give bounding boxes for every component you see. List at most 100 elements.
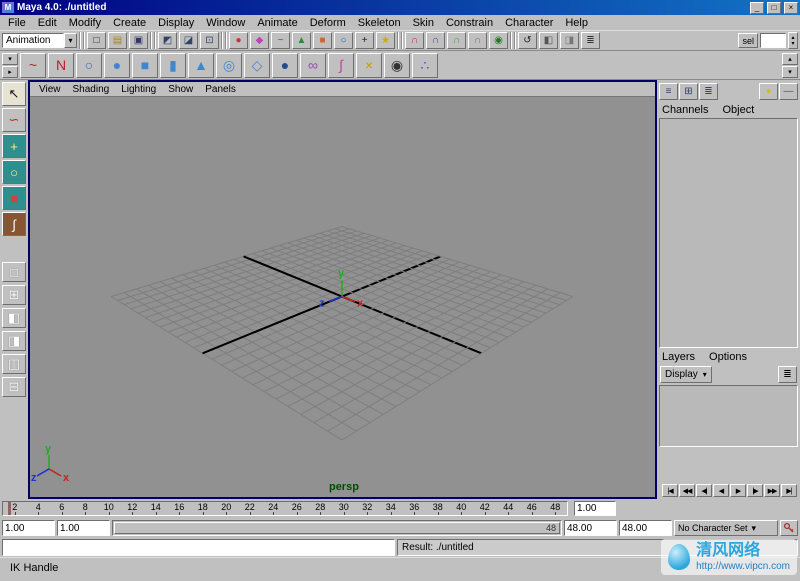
shelf-item-menu-icon[interactable]: ▸ <box>2 65 18 78</box>
shelf-scroll-down-icon[interactable]: ▾ <box>782 65 798 78</box>
quick-select-button[interactable]: sel <box>738 33 758 48</box>
go-to-end-button[interactable]: ▶| <box>781 484 797 497</box>
auto-keyframe-button[interactable] <box>780 520 798 536</box>
range-slider-track[interactable]: 48 <box>112 520 562 536</box>
animation-start-field[interactable] <box>2 520 55 536</box>
nurbs-plane-icon[interactable]: ◇ <box>244 52 270 78</box>
menu-item[interactable]: Create <box>107 17 152 29</box>
layer-display-dropdown[interactable]: Display ▾ <box>660 365 712 383</box>
step-forward-key-button[interactable]: ▶▶ <box>764 484 780 497</box>
ik-handle-tool-icon[interactable]: ∫ <box>328 52 354 78</box>
render-frame-icon[interactable]: ◧ <box>539 32 558 49</box>
section-divider[interactable] <box>79 32 85 49</box>
render-globals-icon[interactable]: ≣ <box>581 32 600 49</box>
snap-to-plane-icon[interactable]: ∩ <box>468 32 487 49</box>
nurbs-cylinder-icon[interactable]: ▮ <box>160 52 186 78</box>
lattice-tool-icon[interactable]: × <box>356 52 382 78</box>
layout-two-pane-left-button[interactable]: ◧ <box>2 308 26 328</box>
channel-box-menu-item[interactable]: Object <box>722 104 754 116</box>
mask-joints-icon[interactable]: ○ <box>334 32 353 49</box>
layout-single-pane-button[interactable]: □ <box>2 262 26 282</box>
snap-to-point-icon[interactable]: ∩ <box>447 32 466 49</box>
step-back-key-button[interactable]: ◀◀ <box>679 484 695 497</box>
time-slider[interactable]: 2 4 6 8 10 12 14 16 18 20 22 24 26 28 30 32 34 36 38 40 42 44… <box>2 501 568 516</box>
step-back-frame-button[interactable]: ◀| <box>696 484 712 497</box>
ep-curve-tool-icon[interactable]: N <box>48 52 74 78</box>
nurbs-circle-icon[interactable]: ○ <box>76 52 102 78</box>
camera-icon[interactable]: ◉ <box>384 52 410 78</box>
layout-two-pane-right-button[interactable]: ◨ <box>2 331 26 351</box>
mask-misc-icon[interactable]: ★ <box>376 32 395 49</box>
construction-history-icon[interactable]: ↺ <box>518 32 537 49</box>
section-divider[interactable] <box>221 32 227 49</box>
select-by-object-icon[interactable]: ◪ <box>179 32 198 49</box>
quick-select-field[interactable] <box>760 33 786 48</box>
mask-points-icon[interactable]: ● <box>229 32 248 49</box>
section-divider[interactable] <box>510 32 516 49</box>
channel-box-area[interactable] <box>659 118 798 348</box>
play-forward-button[interactable]: ▶ <box>730 484 746 497</box>
menu-item[interactable]: Skeleton <box>352 17 407 29</box>
minimize-button[interactable]: _ <box>750 1 764 14</box>
maximize-button[interactable]: □ <box>767 1 781 14</box>
nurbs-cube-icon[interactable]: ■ <box>132 52 158 78</box>
move-tool-button[interactable]: + <box>2 134 26 158</box>
playback-start-field[interactable] <box>57 520 110 536</box>
panel-menu-item[interactable]: View <box>34 84 66 95</box>
shelf-tab-menu-icon[interactable]: ▾ <box>2 52 18 65</box>
section-divider[interactable] <box>150 32 156 49</box>
snap-to-grid-icon[interactable]: ∩ <box>405 32 424 49</box>
scale-tool-button[interactable]: ■ <box>2 186 26 210</box>
command-line-input[interactable] <box>2 539 395 556</box>
menu-item[interactable]: Deform <box>304 17 352 29</box>
playback-end-field[interactable] <box>564 520 617 536</box>
layout-four-pane-button[interactable]: ⊞ <box>2 285 26 305</box>
save-scene-icon[interactable]: ▣ <box>129 32 148 49</box>
list-view-icon[interactable]: ≣ <box>699 82 718 100</box>
section-divider[interactable] <box>397 32 403 49</box>
mask-curves-icon[interactable]: ~ <box>271 32 290 49</box>
layer-editor-menu-item[interactable]: Options <box>709 351 747 363</box>
select-by-hierarchy-icon[interactable]: ◩ <box>158 32 177 49</box>
cv-curve-tool-icon[interactable]: ~ <box>20 52 46 78</box>
menu-item[interactable]: Window <box>200 17 251 29</box>
step-forward-frame-button[interactable]: |▶ <box>747 484 763 497</box>
new-scene-icon[interactable]: □ <box>87 32 106 49</box>
layer-stack-icon[interactable]: ≣ <box>778 365 797 383</box>
go-to-start-button[interactable]: |◀ <box>662 484 678 497</box>
make-live-icon[interactable]: ◉ <box>489 32 508 49</box>
current-time-field[interactable] <box>574 501 616 516</box>
poly-sphere-icon[interactable]: ● <box>272 52 298 78</box>
align-rows-icon[interactable]: ≡ <box>659 82 678 100</box>
nurbs-torus-icon[interactable]: ◎ <box>216 52 242 78</box>
ipr-render-icon[interactable]: ◨ <box>560 32 579 49</box>
menu-item[interactable]: Skin <box>407 17 440 29</box>
range-slider-handle[interactable]: 48 <box>114 522 560 534</box>
mask-surfaces-icon[interactable]: ▲ <box>292 32 311 49</box>
animation-end-field[interactable] <box>619 520 672 536</box>
nurbs-sphere-icon[interactable]: ● <box>104 52 130 78</box>
open-scene-icon[interactable]: ▤ <box>108 32 127 49</box>
select-by-component-icon[interactable]: ⊡ <box>200 32 219 49</box>
collapse-handle-icon[interactable]: ▴ ▾ <box>788 32 798 49</box>
panel-menu-item[interactable]: Lighting <box>116 84 161 95</box>
menu-item[interactable]: Display <box>152 17 200 29</box>
layout-two-pane-horizontal-button[interactable]: ⊟ <box>2 377 26 397</box>
close-button[interactable]: × <box>784 1 798 14</box>
shelf-scroll-up-icon[interactable]: ▴ <box>782 52 798 65</box>
menu-item[interactable]: Character <box>499 17 559 29</box>
panel-menu-item[interactable]: Show <box>163 84 198 95</box>
layout-two-pane-split-button[interactable]: ◫ <box>2 354 26 374</box>
play-backward-button[interactable]: ◀ <box>713 484 729 497</box>
particle-tool-icon[interactable]: ∴ <box>412 52 438 78</box>
menu-item[interactable]: File <box>2 17 32 29</box>
mask-handles-icon[interactable]: ◆ <box>250 32 269 49</box>
nurbs-cone-icon[interactable]: ▲ <box>188 52 214 78</box>
menu-item[interactable]: Modify <box>63 17 107 29</box>
panel-menu-item[interactable]: Panels <box>200 84 241 95</box>
viewport-canvas[interactable]: y x z y x z persp <box>30 97 655 497</box>
menu-set-selector[interactable]: Animation ▾ <box>2 32 77 49</box>
character-set-dropdown[interactable]: No Character Set ▾ <box>674 520 778 536</box>
ball-icon[interactable]: ● <box>759 82 778 100</box>
menu-item[interactable]: Edit <box>32 17 63 29</box>
